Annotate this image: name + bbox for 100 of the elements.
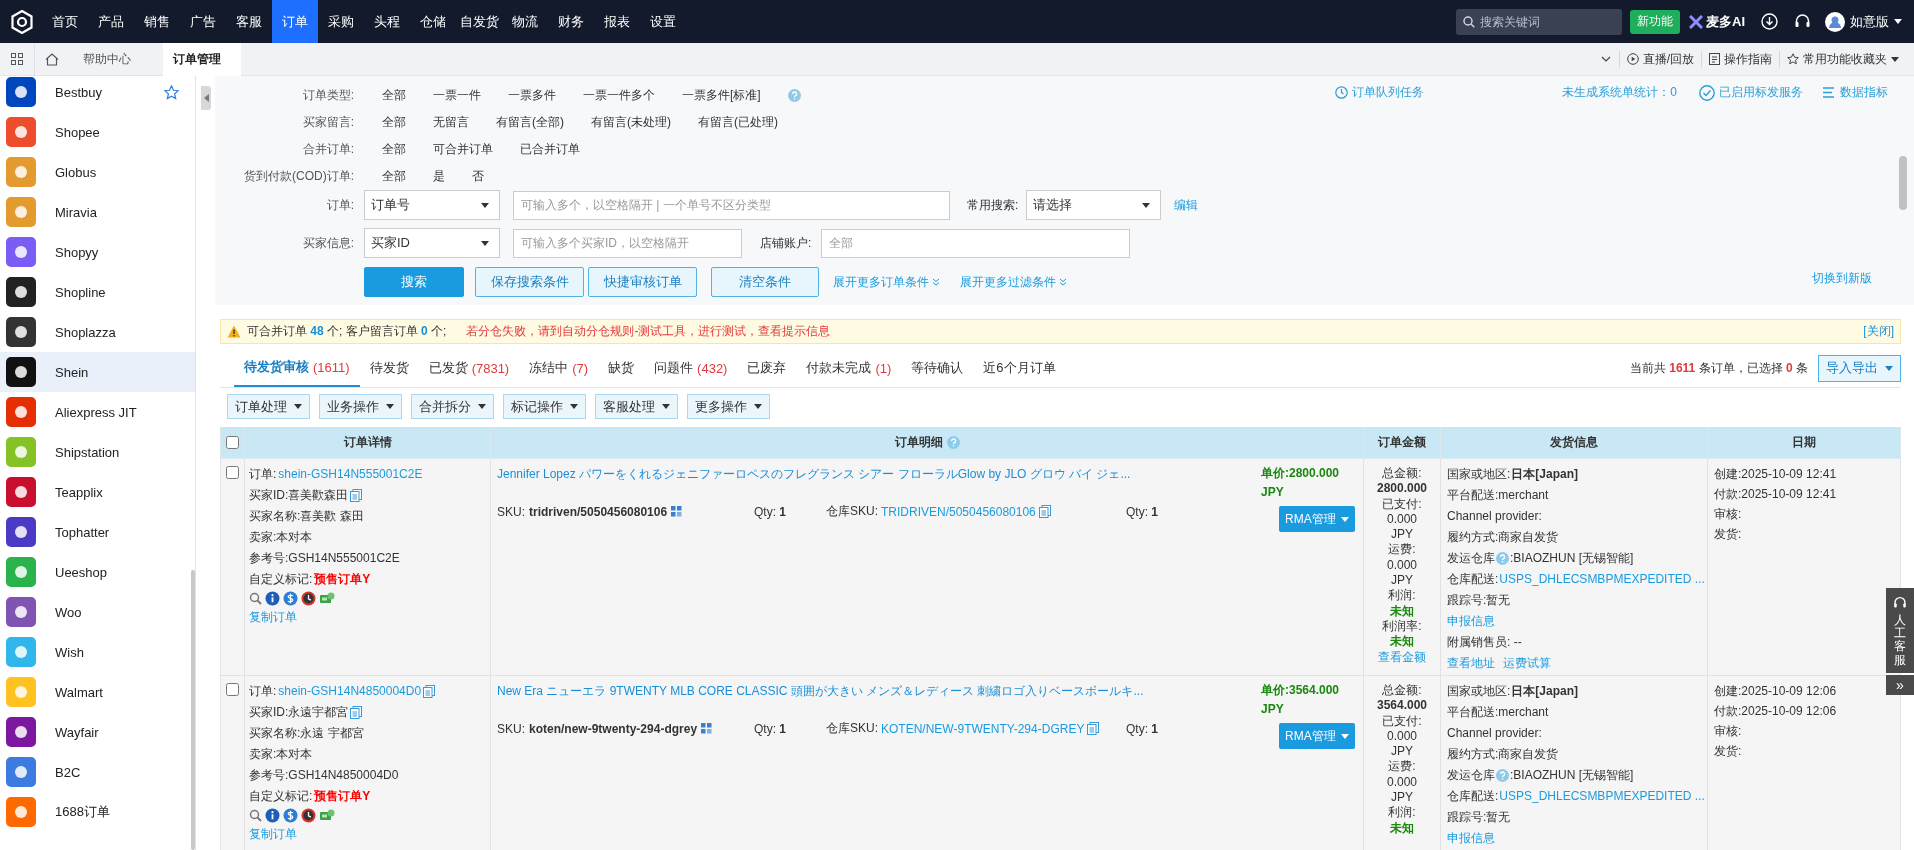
amount-status: 未知 [1389, 634, 1415, 650]
nav-menu-item[interactable]: 头程 [364, 0, 410, 43]
platform-item[interactable]: Globus [0, 152, 195, 192]
page-tab[interactable]: 订单管理 [163, 42, 241, 76]
nav-menu-item[interactable]: 首页 [42, 0, 88, 43]
platform-item[interactable]: Aliexpress JIT [0, 392, 195, 432]
platform-item[interactable]: Wish [0, 632, 195, 672]
customer-service-widget[interactable]: 人工客服 [1886, 588, 1914, 673]
unit-price: 单价:3564.000 [1261, 682, 1340, 699]
status-tab[interactable]: 缺货 [598, 349, 645, 387]
filter-option[interactable]: 有留言(已处理) [698, 114, 778, 131]
nav-menu-item[interactable]: 采购 [318, 0, 364, 43]
platform-item[interactable]: Shein [0, 352, 195, 392]
column-header: 发货信息 [1550, 434, 1598, 451]
status-tab[interactable]: 问题件 (432) [644, 349, 738, 387]
platform-item[interactable]: Bestbuy [0, 76, 195, 112]
page-tab[interactable]: 帮助中心 [69, 42, 145, 76]
buyer-field-select[interactable]: 买家ID [364, 228, 500, 258]
qty-value: 1 [779, 504, 787, 519]
platform-item[interactable]: B2C [0, 752, 195, 792]
filter-option[interactable]: 是 [433, 168, 445, 185]
nav-menu-item[interactable]: 设置 [640, 0, 686, 43]
platform-item[interactable]: Wayfair [0, 712, 195, 752]
status-tab[interactable]: 待发货 [359, 349, 419, 387]
filter-option[interactable]: 一票多件 [508, 87, 556, 104]
collapse-button[interactable]: » [1886, 674, 1914, 695]
filter-option[interactable]: 有留言(未处理) [591, 114, 671, 131]
store-account-input[interactable]: 全部 [821, 228, 1131, 258]
filter-option[interactable]: 全部 [382, 114, 406, 131]
filter-option[interactable]: 已合并订单 [520, 141, 580, 158]
shipping-text: 平台配送:merchant [1447, 487, 1549, 504]
account-name[interactable]: 如意版 [1850, 12, 1889, 31]
platform-item[interactable]: Shoplazza [0, 312, 195, 352]
status-tab[interactable]: 已发货 (7831) [418, 349, 520, 387]
nav-menu-item[interactable]: 产品 [88, 0, 134, 43]
platform-item[interactable]: Shopee [0, 112, 195, 152]
toolbar-link[interactable]: 操作指南 [1701, 50, 1779, 68]
filter-option[interactable]: 否 [472, 168, 484, 185]
filter-label: 合并订单: [301, 141, 354, 158]
action-dropdown[interactable]: 业务操作 [319, 394, 402, 419]
nav-menu-item[interactable]: 自发货 [456, 0, 502, 43]
status-tab[interactable]: 冻结中 (7) [519, 349, 599, 387]
column-header: 订单金额 [1378, 434, 1426, 451]
platform-item[interactable]: Walmart [0, 672, 195, 712]
nav-menu-item[interactable]: 财务 [548, 0, 594, 43]
action-dropdown[interactable]: 标记操作 [503, 394, 586, 419]
search-form-button[interactable]: 清空条件 [711, 267, 819, 297]
saved-search-select[interactable]: 请选择 [1026, 190, 1162, 220]
toolbar-link[interactable]: 常用功能收藏夹 [1779, 50, 1906, 68]
status-tab[interactable]: 等待确认 [901, 349, 974, 387]
shipping-text: Channel provider: [1447, 725, 1542, 742]
search-form-button[interactable]: 快捷审核订单 [588, 267, 697, 297]
export-button[interactable]: 导入导出 [1818, 354, 1901, 382]
status-tab[interactable]: 待发货审核 (1611) [234, 349, 360, 387]
nav-menu-item[interactable]: 报表 [594, 0, 640, 43]
platform-name: Ueeshop [55, 564, 108, 580]
filter-option[interactable]: 可合并订单 [433, 141, 493, 158]
nav-menu-item[interactable]: 销售 [134, 0, 180, 43]
filter-option[interactable]: 无留言 [433, 114, 469, 131]
platform-item[interactable]: Shipstation [0, 432, 195, 472]
buyer-id-input[interactable]: 可输入多个买家ID，以空格隔开 [513, 228, 742, 258]
search-input[interactable]: 搜索关键词 [1456, 8, 1622, 35]
qty-label: Qty: [754, 504, 776, 519]
filter-option[interactable]: 一票一件多个 [583, 87, 655, 104]
filter-option[interactable]: 全部 [382, 168, 406, 185]
platform-item[interactable]: Shopline [0, 272, 195, 312]
action-dropdown[interactable]: 订单处理 [227, 394, 310, 419]
platform-item[interactable]: Teapplix [0, 472, 195, 512]
field-label: 店铺账户: [760, 234, 812, 252]
nav-menu-item[interactable]: 客服 [226, 0, 272, 43]
customer-service-label: 人工客服 [1894, 614, 1906, 667]
nav-menu-item[interactable]: 广告 [180, 0, 226, 43]
platform-item[interactable]: Shopyy [0, 232, 195, 272]
order-field-select[interactable]: 订单号 [364, 190, 500, 220]
status-tab[interactable]: 已废弃 [737, 349, 797, 387]
platform-item[interactable]: Tophatter [0, 512, 195, 552]
ai-assistant-link[interactable]: 麦多AI [1706, 12, 1745, 31]
action-dropdown[interactable]: 更多操作 [687, 394, 770, 419]
currency: JPY [1261, 701, 1284, 718]
filter-option[interactable]: 有留言(全部) [496, 114, 564, 131]
search-form-button[interactable]: 保存搜索条件 [475, 267, 584, 297]
close-link[interactable]: [关闭] [1863, 323, 1894, 340]
status-tab[interactable]: 近6个月订单 [973, 349, 1066, 387]
order-number-input[interactable]: 可输入多个，以空格隔开 | 一个单号不区分类型 [513, 190, 950, 220]
nav-menu-item[interactable]: 订单 [272, 0, 318, 43]
platform-item[interactable]: 1688订单 [0, 792, 195, 832]
action-dropdown[interactable]: 客服处理 [595, 394, 678, 419]
nav-menu-item[interactable]: 物流 [502, 0, 548, 43]
platform-item[interactable]: Miravia [0, 192, 195, 232]
platform-item[interactable]: Woo [0, 592, 195, 632]
filter-option[interactable]: 一票多件[标准] [682, 87, 761, 104]
filter-option[interactable]: 全部 [382, 141, 406, 158]
filter-option[interactable]: 全部 [382, 87, 406, 104]
platform-item[interactable]: Ueeshop [0, 552, 195, 592]
filter-option[interactable]: 一票一件 [433, 87, 481, 104]
toolbar-link[interactable]: 直播/回放 [1618, 50, 1701, 68]
nav-menu-item[interactable]: 仓储 [410, 0, 456, 43]
action-dropdown[interactable]: 合并拆分 [411, 394, 494, 419]
amount-text: JPY [1390, 527, 1414, 543]
status-tab[interactable]: 付款未完成 (1) [796, 349, 902, 387]
